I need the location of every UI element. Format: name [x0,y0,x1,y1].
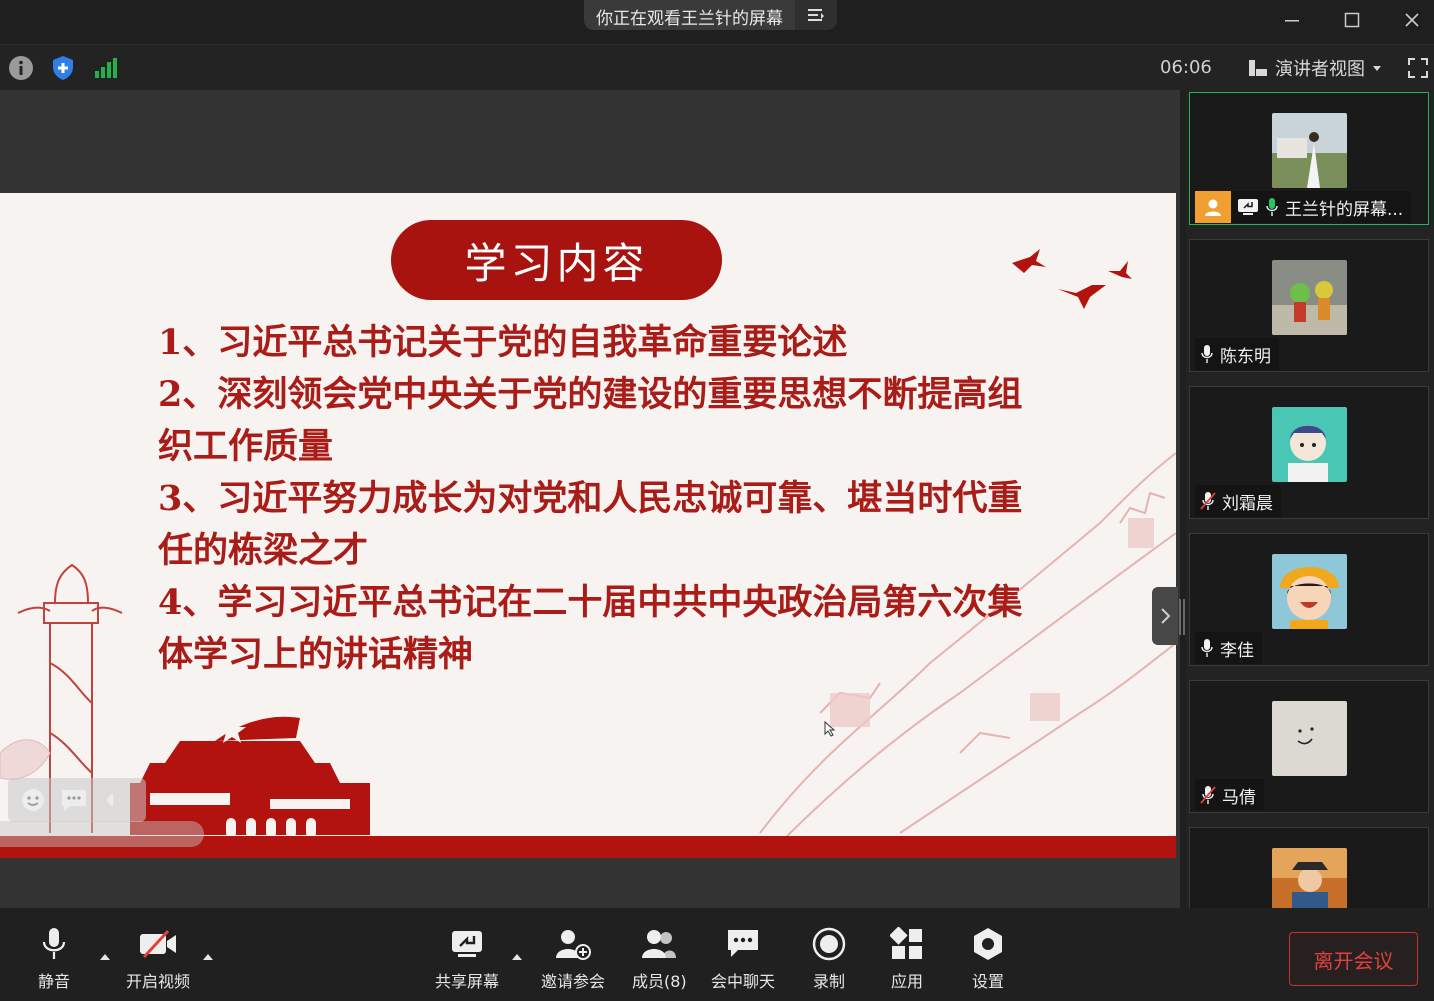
presentation-slide: 学习内容 1、习近平总书记关于党的自我革命重要论述 2、深刻领会党中央关于党的建… [0,193,1176,858]
participant-tile[interactable]: 马倩 [1189,680,1429,813]
participant-name: 王兰针的屏幕... [1285,199,1404,220]
sharing-title: 你正在观看王兰针的屏幕 [584,0,795,30]
collapse-panel-button[interactable] [1152,587,1178,645]
avatar [1272,701,1347,776]
apps-icon [890,927,922,959]
microphone-icon [1266,198,1278,216]
avatar [1272,407,1347,482]
participant-tile[interactable] [1189,827,1429,908]
smiley-icon[interactable] [20,787,46,813]
leave-meeting-button[interactable]: 离开会议 [1289,932,1418,986]
avatar [1272,260,1347,335]
chat-icon [728,930,758,957]
slide-line-3: 3、习近平努力成长为对党和人民忠诚可靠、堪当时代重任的栋梁之才 [158,478,1023,571]
microphone-icon [1201,639,1213,657]
sharing-banner: 你正在观看王兰针的屏幕 [584,0,837,30]
members-label: 成员(8) [632,972,687,991]
mute-label: 静音 [37,972,70,991]
participant-name: 刘霜晨 [1222,493,1273,514]
view-mode-label: 演讲者视图 [1275,59,1365,80]
chevron-right-icon [1161,608,1171,624]
shared-screen-stage: 学习内容 1、习近平总书记关于党的自我革命重要论述 2、深刻领会党中央关于党的建… [0,90,1185,908]
shield-icon[interactable] [49,54,77,82]
record-button[interactable]: 录制 [809,926,849,992]
share-screen-icon [452,931,482,957]
avatar [1272,848,1347,908]
info-bar: 06:06 演讲者视图 [0,44,1434,90]
participant-name: 陈东明 [1220,346,1271,367]
slide-title: 学习内容 [391,220,722,300]
slide-line-2: 2、深刻领会党中央关于党的建设的重要思想不断提高组织工作质量 [158,374,1023,467]
microphone-muted-icon [1200,786,1216,804]
apps-label: 应用 [890,972,923,991]
chevron-down-icon [1373,66,1381,71]
record-icon [812,927,846,961]
annotation-toolbar-secondary[interactable] [0,821,204,847]
slide-line-1: 1、习近平总书记关于党的自我革命重要论述 [158,322,848,363]
annotation-toolbar [8,778,146,822]
participant-namebar: 陈东明 [1195,338,1279,370]
meeting-window: 你正在观看王兰针的屏幕 06:06 演讲者视图 学习内容 1、习近平总书记关于党… [0,0,1434,1001]
participant-namebar: 李佳 [1195,632,1262,664]
participant-namebar: 刘霜晨 [1195,485,1281,517]
view-mode-dropdown[interactable]: 演讲者视图 [1248,55,1382,81]
members-icon [642,930,677,958]
participant-name: 李佳 [1220,640,1254,661]
title-bar: 你正在观看王兰针的屏幕 [0,0,1434,44]
participant-name: 马倩 [1222,787,1256,808]
panel-resize-handle[interactable] [1179,599,1185,635]
mute-options-caret[interactable] [100,954,110,960]
minimize-button[interactable] [1272,6,1312,34]
video-options-caret[interactable] [203,954,213,960]
screen-share-icon [1238,199,1258,215]
chat-button[interactable]: 会中聊天 [711,926,775,992]
share-options-caret[interactable] [512,954,522,960]
meeting-toolbar: 静音 开启视频 共享屏幕 邀请参会 成员(8) 会中聊天 录制 应用 设置 离开… [0,908,1434,1001]
settings-label: 设置 [971,972,1004,991]
cursor-icon [824,721,836,737]
settings-button[interactable]: 设置 [968,926,1008,992]
share-screen-label: 共享屏幕 [435,972,500,991]
slide-line-4: 4、学习习近平总书记在二十届中共中央政治局第六次集体学习上的讲话精神 [158,582,1023,675]
participant-tile[interactable]: 刘霜晨 [1189,386,1429,519]
host-icon [1195,191,1231,223]
record-label: 录制 [812,972,845,991]
meeting-timer: 06:06 [1160,57,1212,78]
avatar [1272,554,1347,629]
chat-label: 会中聊天 [711,972,776,991]
gear-icon [974,928,1002,960]
invite-label: 邀请参会 [541,972,606,991]
video-off-icon [140,929,176,959]
participant-namebar: 马倩 [1195,779,1264,811]
microphone-icon [1201,345,1213,363]
members-button[interactable]: 成员(8) [632,926,687,992]
start-video-label: 开启视频 [126,972,191,991]
signal-icon[interactable] [91,54,119,82]
layout-icon [1249,60,1267,76]
menu-icon[interactable] [795,0,837,30]
participant-tile[interactable]: 陈东明 [1189,239,1429,372]
add-user-icon [556,930,591,960]
participant-namebar: 王兰针的屏幕... [1195,191,1412,223]
chevron-left-icon[interactable] [102,791,116,809]
avatar [1272,113,1347,188]
info-icon[interactable] [7,54,35,82]
start-video-button[interactable]: 开启视频 [126,926,190,992]
participant-tile[interactable]: 王兰针的屏幕... [1189,92,1429,225]
share-screen-button[interactable]: 共享屏幕 [435,926,499,992]
slide-content: 1、习近平总书记关于党的自我革命重要论述 2、深刻领会党中央关于党的建设的重要思… [158,317,1028,681]
participant-panel: 王兰针的屏幕... 陈东明 刘霜晨 李佳 马倩 [1186,90,1434,908]
microphone-muted-icon [1200,492,1216,510]
participant-tile[interactable]: 李佳 [1189,533,1429,666]
close-button[interactable] [1392,6,1432,34]
mute-button[interactable]: 静音 [34,926,74,992]
fullscreen-icon[interactable] [1404,54,1432,82]
maximize-button[interactable] [1332,6,1372,34]
invite-button[interactable]: 邀请参会 [541,926,605,992]
chat-bubble-icon[interactable] [60,788,88,812]
microphone-icon [42,928,66,959]
apps-button[interactable]: 应用 [887,926,927,992]
